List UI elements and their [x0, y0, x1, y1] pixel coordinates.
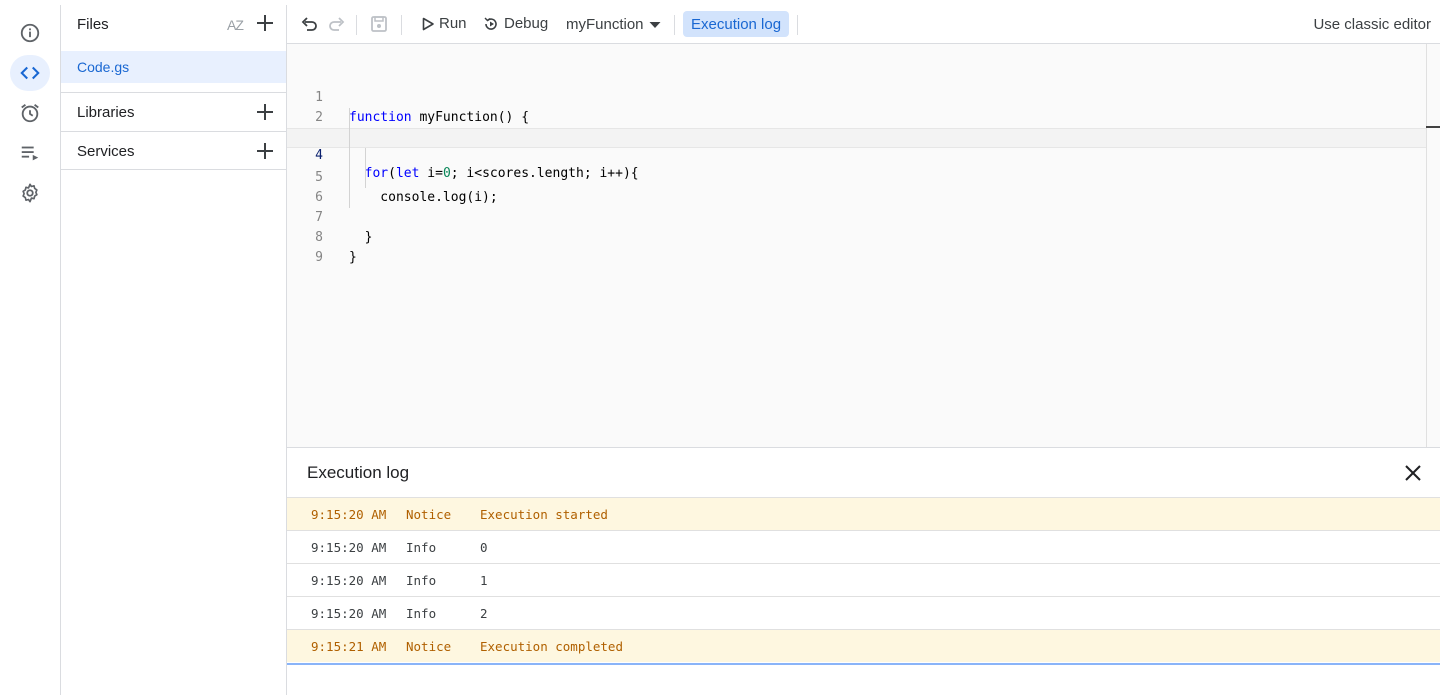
code-line: 8 }: [287, 208, 1426, 265]
debug-label: Debug: [504, 15, 549, 32]
code-text: }: [349, 250, 357, 265]
dropdown-arrow-icon: [649, 21, 661, 28]
log-entry: 9:15:20 AM Notice Execution started: [287, 497, 1440, 530]
alarm-clock-icon: [21, 104, 39, 123]
sort-az-icon[interactable]: AZ: [221, 11, 249, 39]
toolbar-separator: [401, 15, 402, 35]
code-line: 3: [287, 108, 1426, 145]
code-line-current: 4 for(let i=0; i<scores.length; i++){: [287, 128, 1426, 181]
run-button[interactable]: Run: [421, 15, 467, 32]
log-time: 9:15:20 AM: [311, 606, 387, 621]
log-time: 9:15:20 AM: [311, 540, 387, 555]
close-icon[interactable]: [1402, 462, 1424, 484]
debug-icon: [484, 17, 497, 30]
log-message: Execution started: [480, 507, 608, 522]
code-line: 6: [287, 168, 1426, 205]
log-message: 1: [480, 573, 488, 588]
plus-icon: [257, 104, 273, 120]
files-title: Files: [77, 16, 109, 33]
left-nav-rail: [0, 5, 61, 695]
services-section: Services: [61, 131, 286, 170]
execution-log-panel: Execution log 9:15:20 AM Notice Executio…: [287, 447, 1440, 696]
services-label: Services: [77, 143, 135, 160]
editor-scrollbar[interactable]: [1426, 44, 1440, 447]
code-line: 2 let scores = [50,70,90];: [287, 88, 1426, 145]
toolbar-separator: [674, 15, 675, 35]
log-entry: 9:15:20 AM Info 0: [287, 530, 1440, 563]
log-time: 9:15:20 AM: [311, 507, 387, 522]
use-classic-editor-link[interactable]: Use classic editor: [1313, 16, 1431, 33]
save-icon: [371, 16, 387, 32]
info-icon: [20, 23, 40, 43]
log-level: Info: [406, 606, 437, 621]
redo-icon: [329, 17, 345, 31]
log-level: Info: [406, 573, 437, 588]
undo-icon: [301, 17, 317, 31]
add-library-button[interactable]: [255, 102, 275, 122]
libraries-label: Libraries: [77, 104, 135, 121]
execution-log-toggle[interactable]: Execution log: [683, 11, 790, 37]
code-line: 9: [287, 228, 1426, 265]
function-select-value: myFunction: [566, 16, 644, 33]
log-level: Notice: [406, 507, 452, 522]
undo-button[interactable]: [299, 14, 319, 34]
libraries-section: Libraries: [61, 92, 286, 131]
indent-guide: [365, 148, 366, 188]
log-time: 9:15:20 AM: [311, 573, 387, 588]
plus-icon: [257, 15, 273, 31]
rail-settings-button[interactable]: [10, 175, 50, 211]
line-number: 9: [315, 250, 323, 265]
save-button[interactable]: [369, 14, 389, 34]
file-name: Code.gs: [77, 59, 130, 75]
log-entry: 9:15:20 AM Info 1: [287, 563, 1440, 596]
indent-guide: [349, 108, 350, 208]
executions-list-icon: [21, 146, 39, 161]
scrollbar-cursor-marker: [1426, 126, 1440, 128]
toolbar-separator: [356, 15, 357, 35]
debug-button[interactable]: Debug: [483, 15, 548, 32]
file-item-code-gs[interactable]: Code.gs: [61, 51, 286, 83]
files-panel: Files AZ Code.gs Libraries Services: [61, 5, 287, 695]
log-level: Info: [406, 540, 437, 555]
plus-icon: [257, 143, 273, 159]
log-entry: 9:15:21 AM Notice Execution completed: [287, 629, 1440, 662]
function-select[interactable]: myFunction: [566, 16, 662, 33]
editor-toolbar: Run Debug myFunction Execution log Use c…: [287, 5, 1440, 44]
rail-editor-button[interactable]: [10, 55, 50, 91]
log-message: Execution completed: [480, 639, 623, 654]
log-time: 9:15:21 AM: [311, 639, 387, 654]
log-message: 2: [480, 606, 488, 621]
code-line: 1 function myFunction() {: [287, 68, 1426, 125]
code-editor[interactable]: 1 function myFunction() { 2 let scores =…: [287, 44, 1426, 447]
code-line: 5 console.log(i);: [287, 148, 1426, 205]
code-icon: [20, 66, 40, 80]
add-service-button[interactable]: [255, 141, 275, 161]
play-icon: [422, 17, 434, 30]
add-file-button[interactable]: [255, 13, 275, 33]
log-focus-underline: [287, 663, 1440, 665]
toolbar-separator: [797, 15, 798, 35]
log-level: Notice: [406, 639, 452, 654]
rail-executions-button[interactable]: [10, 135, 50, 171]
rail-triggers-button[interactable]: [10, 95, 50, 131]
log-message: 0: [480, 540, 488, 555]
execution-log-title: Execution log: [307, 463, 410, 482]
gear-icon: [22, 183, 38, 203]
log-entry: 9:15:20 AM Info 2: [287, 596, 1440, 629]
files-header: Files AZ: [61, 5, 286, 43]
code-line: 7 }: [287, 188, 1426, 245]
rail-overview-button[interactable]: [10, 15, 50, 51]
run-label: Run: [439, 15, 467, 32]
redo-button[interactable]: [327, 14, 347, 34]
divider: [61, 169, 286, 170]
